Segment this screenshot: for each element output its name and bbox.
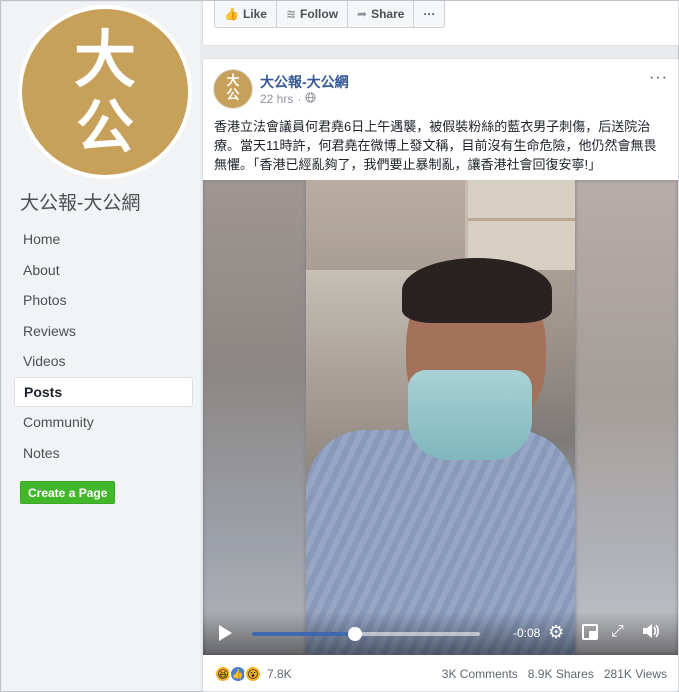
post-timestamp[interactable]: 22 hrs <box>260 92 293 106</box>
post-author-name[interactable]: 大公報-大公網 <box>260 72 349 92</box>
sidebar-item-community[interactable]: Community <box>14 407 193 438</box>
post-card: 大 公 大公報-大公網 22 hrs · ··· 香港立法會議員何君堯6日上午遇… <box>202 58 679 692</box>
post-meta: 22 hrs · <box>260 92 316 106</box>
reaction-count[interactable]: 7.8K <box>267 667 292 681</box>
video-blur-right <box>575 180 678 655</box>
comments-count[interactable]: 3K Comments <box>442 667 518 681</box>
video-blur-left <box>203 180 306 655</box>
speaker-icon[interactable] <box>641 622 661 644</box>
more-dots-icon: ··· <box>423 7 436 21</box>
globe-icon <box>305 92 316 106</box>
sidebar-item-home[interactable]: Home <box>14 224 193 255</box>
video-progress-fill <box>252 632 355 636</box>
page-sidebar: 大 公 大公報-大公網 Home About Photos Reviews Vi… <box>2 2 200 691</box>
page-profile-picture-frame[interactable]: 大 公 <box>18 5 192 179</box>
share-page-button[interactable]: ➦ Share <box>348 1 415 27</box>
sidebar-item-reviews[interactable]: Reviews <box>14 316 193 347</box>
video-frame <box>306 180 575 655</box>
play-icon[interactable] <box>219 625 232 641</box>
share-arrow-icon: ➦ <box>357 7 368 21</box>
rss-icon: ≋ <box>285 7 297 21</box>
sidebar-item-posts[interactable]: Posts <box>14 376 193 407</box>
video-progress-bar[interactable] <box>252 627 480 641</box>
share-page-label: Share <box>371 7 405 21</box>
views-count[interactable]: 281K Views <box>604 667 667 681</box>
page-action-bar: 👍 Like ≋ Follow ➦ Share ··· <box>214 1 446 28</box>
reaction-summary[interactable]: 😆 👍 😮 7.8K <box>214 665 292 683</box>
post-avatar-glyph-top: 大 <box>226 74 240 89</box>
video-scene-face-mask <box>408 370 532 460</box>
sidebar-item-about[interactable]: About <box>14 255 193 286</box>
post-meta-separator: · <box>297 92 302 106</box>
video-progress-handle[interactable] <box>347 627 362 641</box>
page-title[interactable]: 大公報-大公網 <box>20 188 140 215</box>
video-time-remaining: -0:08 <box>513 626 541 640</box>
like-page-label: Like <box>242 7 267 21</box>
gear-icon[interactable]: ⚙ <box>548 622 564 642</box>
more-page-actions-button[interactable]: ··· <box>414 1 444 27</box>
thumbs-up-icon: 👍 <box>224 7 239 21</box>
post-stats: 3K Comments 8.9K Shares 281K Views <box>442 667 667 681</box>
shares-count[interactable]: 8.9K Shares <box>528 667 594 681</box>
post-options-button[interactable]: ··· <box>649 69 668 87</box>
video-player[interactable]: -0:08 ⚙ ⤢ <box>203 180 678 655</box>
video-scene-hair <box>402 258 552 323</box>
follow-page-button[interactable]: ≋ Follow <box>277 1 349 27</box>
page-header-card: 👍 Like ≋ Follow ➦ Share ··· <box>202 1 679 46</box>
video-controls: -0:08 ⚙ ⤢ <box>203 611 678 655</box>
sidebar-item-notes[interactable]: Notes <box>14 438 193 469</box>
page-profile-picture[interactable]: 大 公 <box>22 9 188 175</box>
sidebar-item-photos[interactable]: Photos <box>14 285 193 316</box>
follow-page-label: Follow <box>300 7 339 21</box>
video-scene-shelf <box>465 180 575 270</box>
avatar-glyph-top: 大 <box>73 23 136 96</box>
picture-in-picture-icon[interactable] <box>582 624 598 640</box>
page-nav: Home About Photos Reviews Videos Posts C… <box>14 224 193 468</box>
window-frame: 大 公 大公報-大公網 Home About Photos Reviews Vi… <box>0 0 679 692</box>
expand-icon[interactable]: ⤢ <box>611 622 624 642</box>
post-text: 香港立法會議員何君堯6日上午遇襲，被假裝粉絲的藍衣男子刺傷，后送院治療。當天11… <box>214 119 657 172</box>
like-page-button[interactable]: 👍 Like <box>215 1 277 27</box>
sidebar-item-videos[interactable]: Videos <box>14 346 193 377</box>
post-author-avatar[interactable]: 大 公 <box>213 69 253 109</box>
wow-reaction-icon: 😮 <box>244 665 262 683</box>
create-page-button[interactable]: Create a Page <box>20 481 116 504</box>
post-avatar-glyph-bottom: 公 <box>226 88 240 103</box>
avatar-glyph-bottom: 公 <box>75 93 134 161</box>
